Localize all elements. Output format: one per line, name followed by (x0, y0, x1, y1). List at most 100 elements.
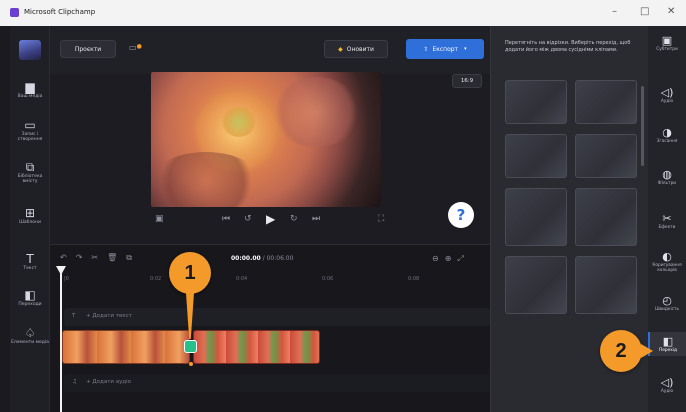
sidebar-item-transitions[interactable]: ◧ Переходи (10, 288, 50, 307)
right-item-label: Ефекти (658, 225, 676, 230)
help-button[interactable]: ? (448, 202, 474, 228)
upgrade-button[interactable]: ◆ Оновити (324, 40, 388, 58)
right-item-captions[interactable]: ▣ Субтитри (648, 34, 686, 52)
diamond-icon: ◆ (338, 45, 343, 53)
sidebar-item-label: Ваш медіа (17, 94, 43, 99)
sidebar-item-label: Шаблони (19, 220, 41, 225)
right-item-audio[interactable]: ◁) Аудіо (648, 86, 686, 104)
video-clip-1[interactable] (62, 330, 190, 364)
audio-icon: ◁) (660, 86, 674, 99)
right-item-label: Перехід (659, 348, 677, 353)
adjust-colors-icon: ◐ (662, 250, 672, 263)
sidebar-item-templates[interactable]: ⊞ Шаблони (10, 206, 50, 225)
minimize-icon[interactable]: – (612, 6, 617, 17)
export-button[interactable]: ⇧ Експорт ▾ (406, 39, 484, 59)
transition-thumbnail[interactable] (575, 256, 637, 314)
transition-icon: ◧ (662, 335, 674, 348)
skip-back-icon[interactable]: ⏮ (222, 214, 230, 224)
transition-marker (189, 362, 193, 366)
transitions-icon: ◧ (24, 288, 36, 302)
close-icon[interactable]: ✕ (667, 6, 675, 17)
add-audio-hint: + Додати аудіо (86, 379, 132, 385)
aspect-ratio-label: 16:9 (460, 78, 474, 84)
speed-icon: ◴ (662, 294, 672, 307)
right-item-label: Коригування кольорів (652, 263, 682, 273)
transition-thumbnail[interactable] (505, 134, 567, 178)
right-item-label: Згасання (656, 139, 678, 144)
fullscreen-icon[interactable]: ⛶ (378, 214, 384, 224)
upgrade-label: Оновити (346, 45, 374, 53)
audio2-icon: ◁) (660, 376, 674, 389)
export-icon: ⇧ (423, 45, 429, 53)
transition-thumbnail[interactable] (575, 188, 637, 246)
add-text-hint: + Додати текст (86, 313, 132, 319)
aspect-ratio-button[interactable]: 16:9 (452, 74, 482, 88)
transition-thumbnail[interactable] (575, 134, 637, 178)
current-time: 00:00.00 (231, 255, 261, 262)
sidebar-item-your-media[interactable]: ▆ Ваш медіа (10, 80, 50, 99)
title-bar: Microsoft Clipchamp – □ ✕ (0, 0, 686, 26)
project-thumbnail[interactable] (19, 40, 41, 60)
camera-icon: ▭ (24, 118, 36, 132)
transitions-hint: Перетягніть на відрізки. Виберіть перехі… (505, 40, 631, 53)
audio-track[interactable]: ♫ + Додати аудіо (64, 374, 490, 392)
toggle-fullscreen-left-icon[interactable]: ▣ (155, 214, 164, 224)
project-tab-label: Проєкти (74, 45, 102, 53)
total-time: 00:06.00 (266, 255, 294, 262)
brand-kit-icon: ♤ (24, 326, 36, 340)
text-track[interactable]: T + Додати текст (64, 308, 490, 326)
app-logo-icon (10, 8, 19, 17)
transition-thumbnail[interactable] (505, 256, 567, 314)
transition-thumbnail[interactable] (505, 80, 567, 124)
maximize-icon[interactable]: □ (640, 6, 649, 17)
video-clip-2[interactable] (193, 330, 320, 364)
play-button[interactable]: ▶ (266, 212, 275, 226)
transition-thumbnail[interactable] (505, 188, 567, 246)
timeline-tools[interactable]: ↶↷✂🗑⧉ (60, 253, 141, 263)
sidebar-item-record-create[interactable]: ▭ Запис і створення (10, 118, 50, 142)
left-sidebar: ▆ Ваш медіа ▭ Запис і створення ⧉ Бібліо… (10, 26, 50, 412)
effects-icon: ✂ (662, 212, 672, 225)
sidebar-item-label: Переходи (18, 302, 42, 307)
right-item-adjust-colors[interactable]: ◐ Коригування кольорів (648, 250, 686, 273)
sidebar-item-brand[interactable]: ♤ Елементи медіа (10, 326, 50, 345)
export-label: Експорт (432, 45, 459, 53)
sidebar-item-label: Бібліотека вмісту (17, 174, 43, 184)
forward-icon[interactable]: ↻ (290, 214, 298, 224)
filters-icon: ◍ (662, 168, 672, 181)
right-item-label: Аудіо (660, 389, 674, 394)
right-item-label: Фільтри (657, 181, 677, 186)
editor-toolbar: Проєкти ▭● ◆ Оновити ⇧ Експорт ▾ (50, 26, 490, 74)
right-item-filters[interactable]: ◍ Фільтри (648, 168, 686, 186)
fade-icon: ◑ (662, 126, 672, 139)
video-preview[interactable] (151, 72, 381, 207)
sidebar-item-label: Запис і створення (17, 132, 43, 142)
transition-thumbnail[interactable] (575, 80, 637, 124)
right-item-effects[interactable]: ✂ Ефекти (648, 212, 686, 230)
add-transition-button[interactable] (184, 340, 197, 353)
sidebar-item-label: Текст (23, 266, 37, 271)
right-item-label: Аудіо (660, 99, 674, 104)
feedback-icon[interactable]: ▭● (129, 43, 142, 52)
zoom-controls[interactable]: ⊖⊕⤢ (432, 254, 470, 264)
right-item-speed[interactable]: ◴ Швидкість (648, 294, 686, 312)
skip-forward-icon[interactable]: ⏭ (312, 214, 320, 224)
folder-icon: ▆ (25, 80, 35, 94)
captions-icon: ▣ (661, 34, 673, 47)
right-sidebar: ▣ Субтитри ◁) Аудіо ◑ Згасання ◍ Фільтри… (648, 26, 686, 412)
callout-badge-2: 2 (600, 330, 642, 372)
sidebar-item-label: Елементи медіа (11, 340, 49, 345)
project-name-tab[interactable]: Проєкти (60, 40, 116, 58)
right-item-audio-2[interactable]: ◁) Аудіо (648, 376, 686, 394)
right-item-fade[interactable]: ◑ Згасання (648, 126, 686, 144)
chevron-down-icon: ▾ (464, 46, 467, 52)
templates-icon: ⊞ (24, 206, 36, 220)
right-item-transition[interactable]: ◧ Перехід (648, 332, 686, 356)
rewind-icon[interactable]: ↺ (244, 214, 252, 224)
right-item-label: Швидкість (654, 307, 680, 312)
text-icon: T (26, 252, 34, 266)
sidebar-item-text[interactable]: T Текст (10, 252, 50, 271)
playhead[interactable] (60, 268, 62, 412)
scrollbar[interactable] (641, 86, 644, 166)
sidebar-item-content-library[interactable]: ⧉ Бібліотека вмісту (10, 160, 50, 184)
